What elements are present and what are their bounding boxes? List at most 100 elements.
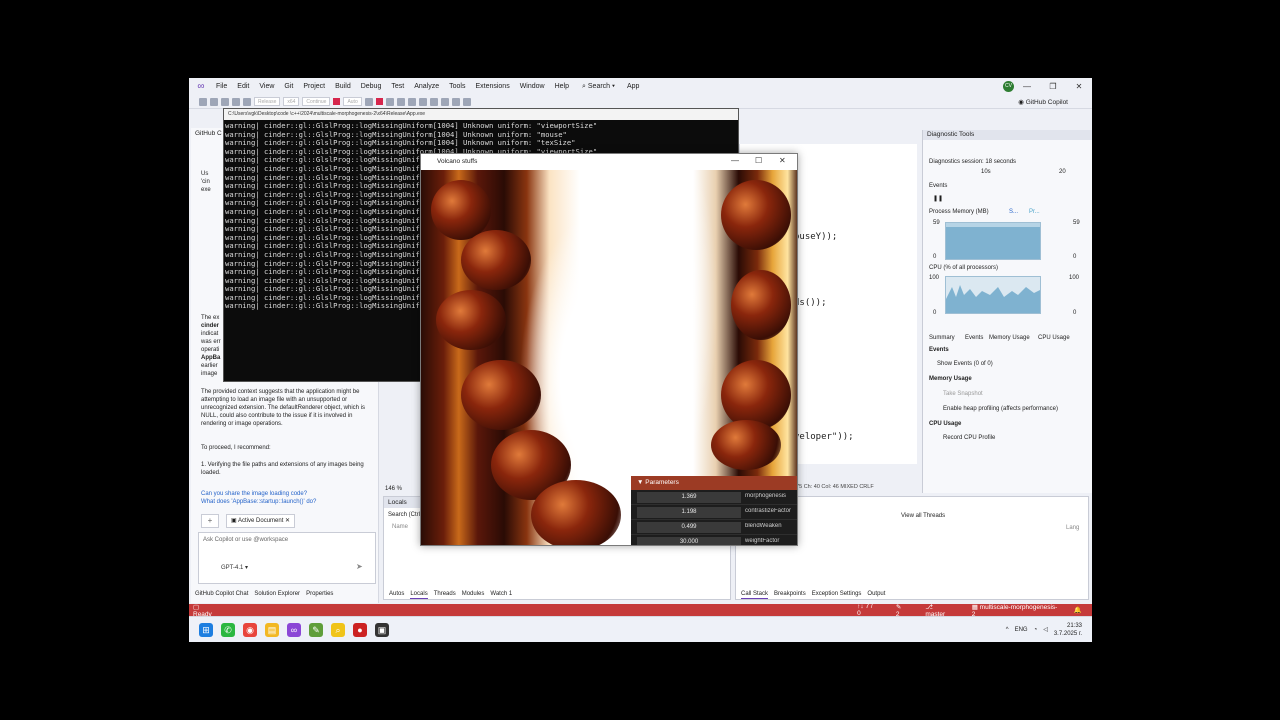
chart-icon[interactable]: [462, 97, 471, 106]
add-context-button[interactable]: +: [201, 514, 219, 528]
tab-locals[interactable]: Locals: [410, 591, 428, 599]
view-all-threads-link[interactable]: View all Threads: [901, 513, 945, 519]
param-value-contrastize-factor[interactable]: 1.198: [637, 507, 741, 518]
avatar[interactable]: CV: [1003, 81, 1014, 92]
take-snapshot-button[interactable]: Take Snapshot: [943, 391, 983, 397]
ask-copilot-input[interactable]: Ask Copilot or use @workspace: [198, 532, 376, 584]
menu-project[interactable]: Project: [298, 83, 330, 90]
record-cpu-profile-button[interactable]: Record CPU Profile: [943, 435, 995, 441]
menu-help[interactable]: Help: [550, 83, 574, 90]
volcano-window[interactable]: Volcano stuffs — ☐ ✕ ▼ Parameters 1.369 …: [420, 153, 798, 546]
restore-icon[interactable]: ❐: [1040, 82, 1066, 91]
bookmark-icon[interactable]: [451, 97, 460, 106]
format-icon[interactable]: [429, 97, 438, 106]
pause-icon[interactable]: [364, 97, 373, 106]
param-value-weight-factor[interactable]: 30.000: [637, 537, 741, 545]
suggested-question-1[interactable]: Can you share the image loading code?: [201, 490, 377, 498]
windows-start-icon[interactable]: ⊞: [199, 622, 213, 637]
step-out-icon[interactable]: [418, 97, 427, 106]
tab-output[interactable]: Output: [867, 591, 885, 599]
tab-copilot-chat[interactable]: GitHub Copilot Chat: [195, 591, 248, 599]
tab-summary[interactable]: Summary: [929, 335, 955, 341]
visual-studio-icon[interactable]: ∞: [287, 622, 301, 637]
app-button[interactable]: App: [627, 83, 639, 90]
tray-chevron-icon[interactable]: ^: [1006, 627, 1009, 633]
volume-icon[interactable]: ◁: [1043, 626, 1048, 633]
show-events-link[interactable]: Show Events (0 of 0): [937, 361, 993, 367]
comment-icon[interactable]: [440, 97, 449, 106]
github-copilot-button[interactable]: ◉ GitHub Copilot: [1018, 98, 1068, 106]
tab-cpu-usage[interactable]: CPU Usage: [1038, 335, 1070, 341]
minimize-icon[interactable]: —: [731, 156, 739, 165]
notification-icon[interactable]: 🔔: [1074, 606, 1082, 614]
close-icon[interactable]: ✕: [1066, 82, 1092, 91]
tab-watch-1[interactable]: Watch 1: [490, 591, 512, 599]
tab-autos[interactable]: Autos: [389, 591, 404, 599]
zoom-level[interactable]: 146 %: [385, 486, 402, 492]
search-app-icon[interactable]: ⌕: [331, 622, 345, 637]
undo-icon[interactable]: [232, 97, 240, 106]
whatsapp-icon[interactable]: ✆: [221, 622, 235, 637]
tab-exception-settings[interactable]: Exception Settings: [812, 591, 862, 599]
menu-view[interactable]: View: [254, 83, 279, 90]
language-indicator[interactable]: ENG: [1015, 627, 1028, 633]
parameters-header[interactable]: ▼ Parameters: [631, 476, 797, 490]
chrome-icon[interactable]: ◉: [243, 622, 257, 637]
menu-build[interactable]: Build: [330, 83, 356, 90]
tab-modules[interactable]: Modules: [462, 591, 485, 599]
save-icon[interactable]: [221, 97, 229, 106]
maximize-icon[interactable]: ☐: [755, 156, 762, 165]
pause-events-icon[interactable]: ❚❚: [933, 195, 943, 202]
menu-analyze[interactable]: Analyze: [409, 83, 444, 90]
redo-icon[interactable]: [243, 97, 251, 106]
minimize-icon[interactable]: —: [1014, 82, 1040, 91]
tab-properties[interactable]: Properties: [306, 591, 333, 599]
tab-breakpoints[interactable]: Breakpoints: [774, 591, 806, 599]
tab-solution-explorer[interactable]: Solution Explorer: [254, 591, 300, 599]
active-document-chip[interactable]: ▣ Active Document ✕: [226, 514, 296, 528]
send-icon[interactable]: ➤: [356, 562, 363, 571]
menu-test[interactable]: Test: [386, 83, 409, 90]
menu-tools[interactable]: Tools: [444, 83, 470, 90]
model-selector[interactable]: GPT-4.1 ▾: [221, 564, 248, 571]
menu-debug[interactable]: Debug: [356, 83, 387, 90]
continue-button[interactable]: Continue: [302, 97, 331, 106]
auto-dropdown[interactable]: Auto: [343, 97, 362, 106]
locals-search-input[interactable]: Search (Ctrl: [388, 512, 420, 518]
menu-extensions[interactable]: Extensions: [470, 83, 514, 90]
status-nav[interactable]: ↑↓ 7 / 0: [857, 603, 886, 617]
tab-memory-usage[interactable]: Memory Usage: [989, 335, 1030, 341]
new-file-icon[interactable]: [210, 97, 218, 106]
nav-back-icon[interactable]: [199, 97, 207, 106]
menu-git[interactable]: Git: [279, 83, 298, 90]
volcano-title-bar[interactable]: Volcano stuffs — ☐ ✕: [421, 154, 797, 170]
media-app-icon[interactable]: ●: [353, 622, 367, 637]
collapse-icon[interactable]: ▼: [637, 479, 643, 486]
menu-edit[interactable]: Edit: [232, 83, 254, 90]
console-app-icon[interactable]: ▣: [375, 622, 389, 637]
close-icon[interactable]: ✕: [779, 156, 786, 165]
param-value-morphogenesis[interactable]: 1.369: [637, 492, 741, 503]
configuration-dropdown[interactable]: Release: [254, 97, 281, 106]
remove-document-icon[interactable]: ✕: [285, 518, 290, 524]
param-value-blend-weaken[interactable]: 0.499: [637, 522, 741, 533]
step-into-icon[interactable]: [407, 97, 416, 106]
clock[interactable]: 21:33 3.7.2025 г.: [1054, 622, 1082, 638]
stop-icon[interactable]: [333, 98, 341, 105]
tab-threads[interactable]: Threads: [434, 591, 456, 599]
restart-icon[interactable]: [385, 97, 394, 106]
menu-file[interactable]: File: [211, 83, 232, 90]
platform-dropdown[interactable]: x64: [283, 97, 300, 106]
menu-window[interactable]: Window: [515, 83, 550, 90]
file-explorer-icon[interactable]: ▤: [265, 622, 279, 637]
tab-events[interactable]: Events: [965, 335, 983, 341]
stop-debugging-icon[interactable]: [375, 98, 383, 105]
render-canvas[interactable]: ▼ Parameters 1.369 morphogenesis 1.198 c…: [421, 170, 797, 545]
enable-heap-profiling-checkbox[interactable]: Enable heap profiling (affects performan…: [943, 406, 1058, 412]
step-over-icon[interactable]: [396, 97, 405, 106]
suggested-question-2[interactable]: What does 'AppBase::startup::launch()' d…: [201, 498, 377, 506]
search-button[interactable]: ⌕ Search ▾: [578, 83, 619, 91]
tab-call-stack[interactable]: Call Stack: [741, 591, 769, 599]
app-icon[interactable]: ✎: [309, 622, 323, 637]
wifi-icon[interactable]: ◔: [1034, 627, 1038, 633]
